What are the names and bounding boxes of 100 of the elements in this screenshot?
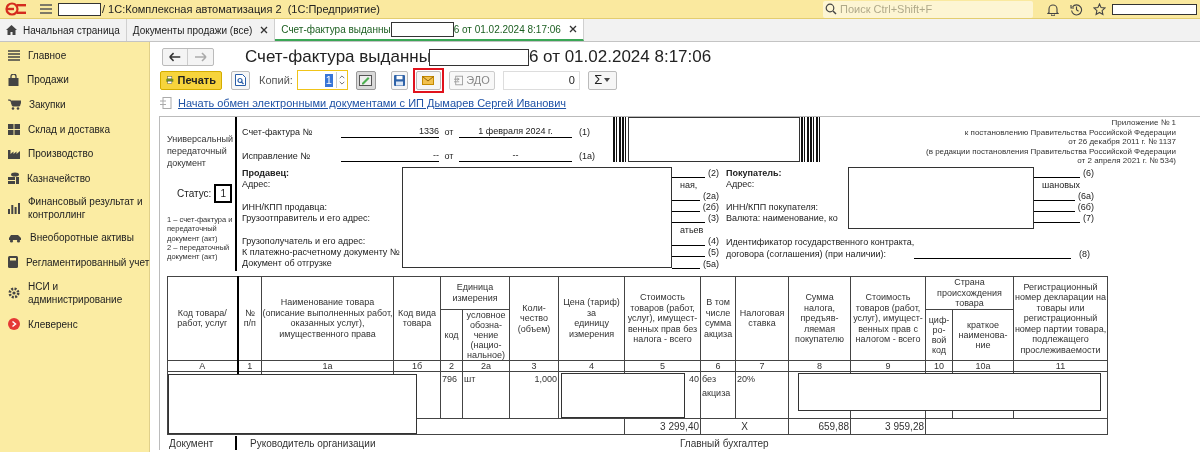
sidebar-item[interactable]: Клеверенс (0, 311, 149, 337)
column-number: 10 (925, 360, 953, 371)
sidebar-item[interactable]: НСИ и администрирование (0, 274, 149, 312)
sidebar-item[interactable]: Склад и доставка (0, 116, 149, 142)
copies-field[interactable]: 1 (296, 70, 348, 90)
table-cell: без акциза (700, 371, 736, 418)
invoice-date: 1 февраля 2024 г. (459, 126, 572, 138)
field-label: Адрес: (242, 179, 272, 191)
column-header: циф- ро- вой код (925, 309, 953, 360)
search-icon (825, 3, 837, 15)
column-header: Стоимость товаров (работ, услуг), имущест- венных прав без налога - всего (624, 276, 701, 360)
barcode-edge-drawing (801, 117, 820, 162)
envelope-icon (422, 75, 435, 85)
sidebar-item[interactable]: Продажи (0, 67, 149, 93)
sidebar-label: Внеоборотные активы (30, 231, 134, 245)
field-label: ИНН/КПП покупателя: (726, 201, 820, 214)
status-label: Статус: (177, 187, 212, 201)
field-label: Продавец: (242, 168, 290, 180)
bar-chart-icon (8, 202, 20, 214)
table-cell: 20% (735, 371, 789, 418)
calculator-icon (8, 256, 18, 269)
sidebar-label: НСИ и администрирование (28, 280, 123, 307)
redaction-box (390, 21, 454, 37)
edit-button[interactable] (355, 70, 376, 90)
exchange-link[interactable]: Начать обмен электронными документами с ИП Дымарев Сергей Иванович (178, 94, 567, 112)
window-title: / 1С:Комплексная автоматизация 2 (1С:Предприятие) (102, 1, 380, 17)
column-header: код (440, 309, 463, 360)
line-ref: (4) (708, 236, 719, 248)
sidebar-label: Финансовый результат и контроллинг (28, 195, 143, 222)
spinner-icon[interactable] (335, 72, 347, 88)
table-cell: 796 (440, 371, 463, 418)
sum-button[interactable]: Σ (587, 70, 617, 90)
line-ref: (8) (1079, 248, 1090, 260)
invoice-date: -- (459, 150, 572, 162)
sidebar-item[interactable]: Финансовый результат и контроллинг (0, 190, 149, 226)
column-number: 1 (237, 360, 262, 371)
line-ref: (7) (1083, 213, 1094, 225)
car-icon (8, 232, 22, 243)
history-icon[interactable] (1070, 2, 1083, 16)
save-button[interactable] (390, 70, 408, 90)
sidebar-label: Регламентированный учет (26, 255, 150, 269)
preview-button[interactable] (231, 70, 250, 90)
table-cell: X (700, 418, 789, 434)
column-number: 11 (1013, 360, 1108, 371)
appendix-note: (в редакции постановления Правительства Российской Федерации (925, 146, 1176, 157)
line-ref: (1а) (579, 150, 595, 162)
column-number: 10а (952, 360, 1014, 371)
line-ref: (1) (579, 126, 590, 138)
print-button[interactable]: Печать (160, 70, 222, 90)
search-placeholder: Поиск Ctrl+Shift+F (840, 1, 933, 17)
list-icon (8, 49, 20, 61)
field-label: от (443, 150, 455, 162)
line-ref: (2б) (702, 202, 719, 214)
cart-icon (8, 99, 21, 110)
invoice-number: 1336 (341, 126, 439, 138)
sidebar-item[interactable]: Регламентированный учет (0, 250, 149, 275)
column-header: В том числе сумма акциза (700, 276, 736, 360)
field-label: Документ об отгрузке (242, 258, 333, 270)
sidebar-item[interactable]: Производство (0, 141, 149, 166)
tab-label: 6 от 01.02.2024 8:17:06 (453, 22, 561, 37)
field-label: Покупатель: (726, 168, 783, 180)
column-header: Наименование товара (описание выполненных работ, оказанных услуг), имущественного права (261, 276, 394, 360)
document-title: Счет-фактура выданны (245, 46, 431, 69)
column-header: Цена (тариф) за единицу измерения (558, 276, 625, 360)
line-ref: (2а) (703, 190, 719, 202)
star-icon[interactable] (1093, 2, 1106, 16)
appendix-note: к постановлению Правительства Российской Федерации (963, 127, 1176, 138)
appendix-note: Приложение № 1 (1110, 118, 1176, 128)
caret-icon (604, 78, 611, 82)
coins-icon (8, 172, 19, 185)
sidebar-item[interactable]: Закупки (0, 92, 149, 117)
sidebar-item[interactable]: Главное (0, 43, 149, 68)
column-header: Стоимость товаров (работ, услуг), имущест- венных прав с налогом - всего (850, 276, 926, 360)
logo-icon[interactable] (5, 2, 27, 16)
table-cell: 3 959,28 (850, 418, 926, 434)
tab[interactable]: Счет-фактура выданны 6 от 01.02.2024 8:17:06 (275, 19, 584, 41)
sidebar-label: Производство (28, 147, 94, 161)
partial-label: ная, (679, 179, 698, 191)
field-label: К платежно-расчетному документу № (242, 247, 401, 259)
line-ref: (5а) (703, 258, 719, 270)
close-icon[interactable] (260, 26, 269, 34)
bell-icon[interactable] (1047, 2, 1059, 16)
close-icon[interactable] (568, 25, 577, 33)
sidebar-item[interactable]: Казначейство (0, 165, 149, 191)
menu-icon[interactable] (40, 4, 52, 14)
number-field[interactable]: 0 (502, 70, 580, 90)
line-ref: (6) (1083, 168, 1094, 180)
invoice-number: -- (341, 150, 439, 162)
column-header: № п/п (237, 276, 262, 360)
gear-icon (8, 287, 20, 300)
sidebar-label: Клеверенс (28, 317, 78, 331)
column-header: Код товара/ работ, услуг (167, 276, 238, 360)
column-header: Код вида товара (393, 276, 441, 360)
column-number: 2 (440, 360, 463, 371)
sidebar-item[interactable]: Внеоборотные активы (0, 225, 149, 251)
column-number: 3 (509, 360, 559, 371)
copies-label: Копий: (259, 72, 293, 88)
grid-icon (8, 123, 20, 135)
column-header: Налоговая ставка (735, 276, 789, 360)
table-cell: 1,000 (509, 371, 559, 418)
